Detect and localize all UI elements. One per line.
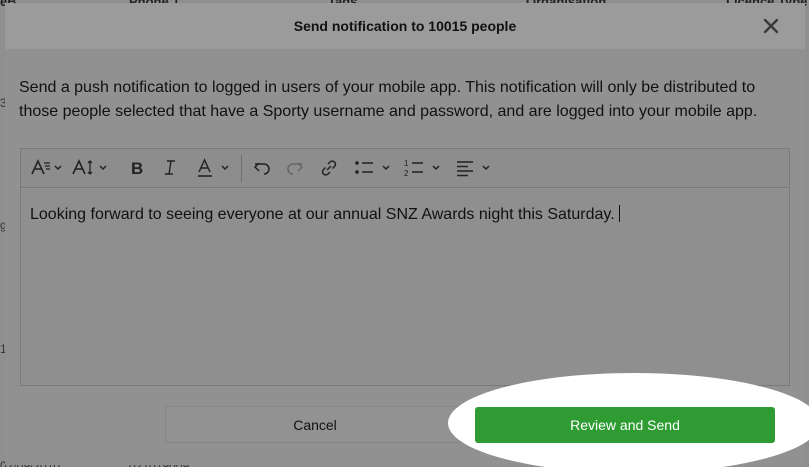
message-text-area[interactable]: Looking forward to seeing everyone at ou… <box>21 189 789 385</box>
link-icon <box>321 160 337 176</box>
close-button[interactable] <box>761 15 781 37</box>
svg-text:B: B <box>131 159 143 178</box>
bulleted-list-icon <box>355 161 390 174</box>
review-and-send-button[interactable]: Review and Send <box>475 407 775 443</box>
text-color-icon <box>198 158 229 177</box>
bulleted-list-dropdown[interactable] <box>353 157 393 179</box>
message-text: Looking forward to seeing everyone at ou… <box>30 206 615 223</box>
svg-text:1: 1 <box>404 159 409 168</box>
numbered-list-icon: 1 2 <box>404 159 440 178</box>
rich-text-editor: B 1 2 Looking forward to seeing everyone… <box>20 148 790 386</box>
notification-description: Send a push notification to logged in us… <box>19 79 758 120</box>
close-icon <box>763 18 779 34</box>
italic-icon <box>165 160 175 175</box>
svg-text:2: 2 <box>404 169 409 178</box>
font-size-dropdown[interactable] <box>71 157 109 179</box>
italic-button[interactable] <box>161 157 179 179</box>
font-style-dropdown[interactable] <box>30 157 64 179</box>
text-caret <box>618 205 620 222</box>
undo-button[interactable] <box>252 157 272 179</box>
modal-title: Send notification to 10015 people <box>293 18 517 34</box>
redo-button[interactable] <box>285 157 305 179</box>
align-left-icon <box>457 161 490 177</box>
numbered-list-dropdown[interactable]: 1 2 <box>403 157 443 179</box>
alignment-dropdown[interactable] <box>455 157 495 179</box>
text-color-dropdown[interactable] <box>195 157 233 179</box>
font-size-icon <box>72 159 107 175</box>
bold-button[interactable]: B <box>128 157 146 179</box>
font-style-icon <box>31 159 62 175</box>
link-button[interactable] <box>319 157 339 179</box>
redo-icon <box>287 162 304 175</box>
bold-icon: B <box>131 159 143 178</box>
modal-header: Send notification to 10015 people <box>5 3 805 49</box>
cancel-button[interactable]: Cancel <box>165 406 465 443</box>
toolbar-separator <box>241 155 242 182</box>
undo-icon <box>253 162 270 175</box>
editor-toolbar: B 1 2 <box>21 149 789 188</box>
